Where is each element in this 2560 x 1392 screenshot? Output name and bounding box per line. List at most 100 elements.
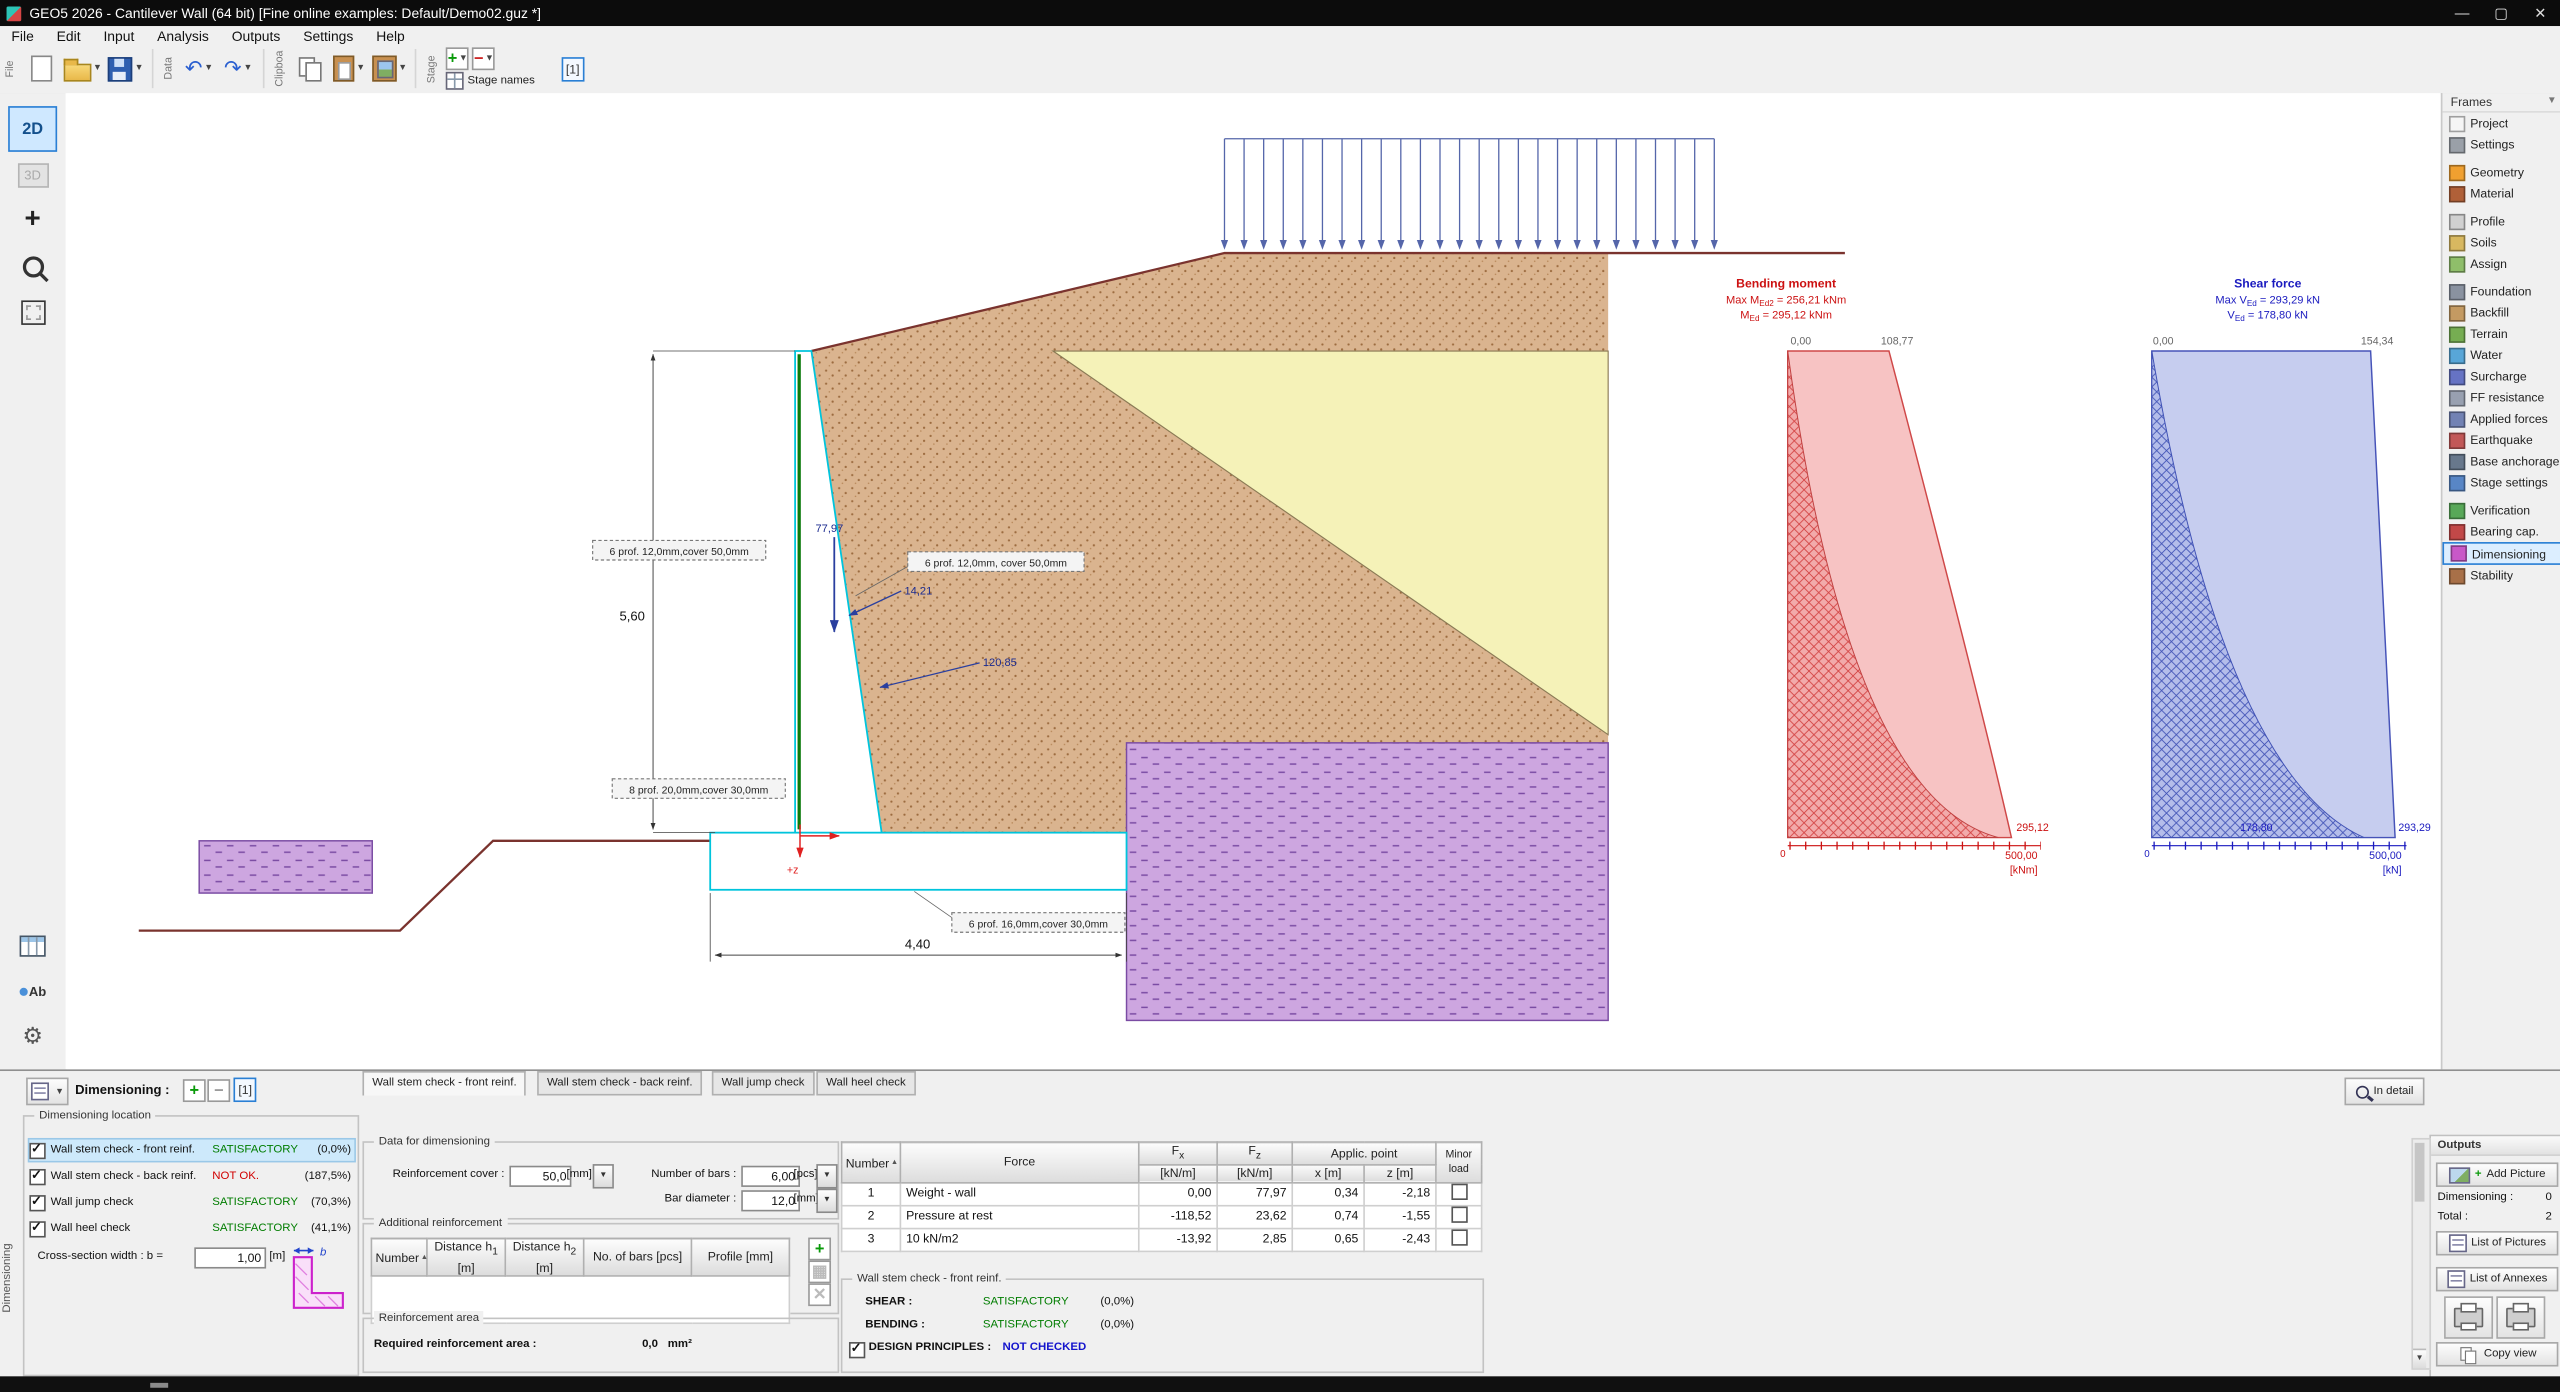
width-input[interactable]: 1,00 bbox=[194, 1247, 266, 1268]
sort-asc-icon[interactable] bbox=[889, 1156, 898, 1171]
tab-heel-check[interactable]: Wall heel check bbox=[816, 1071, 915, 1095]
tab-back-reinf[interactable]: Wall stem check - back reinf. bbox=[537, 1071, 702, 1095]
scrollbar-thumb[interactable] bbox=[2415, 1143, 2425, 1202]
zoom-button[interactable] bbox=[8, 243, 57, 289]
menu-input[interactable]: Input bbox=[92, 27, 146, 43]
force-row-3[interactable]: 3 10 kN/m2 -13,92 2,85 0,65 -2,43 bbox=[842, 1228, 1482, 1251]
sidebar-item-terrain[interactable]: Terrain bbox=[2442, 323, 2560, 344]
bars-dropdown-button[interactable]: ▼ bbox=[816, 1164, 837, 1188]
menu-outputs[interactable]: Outputs bbox=[220, 27, 291, 43]
zoom-fit-button[interactable] bbox=[8, 289, 57, 335]
print-document-button[interactable] bbox=[2496, 1296, 2545, 1338]
open-file-button[interactable]: ▼ bbox=[62, 47, 104, 89]
diam-dropdown-button[interactable]: ▼ bbox=[816, 1189, 837, 1213]
open-dropdown-icon[interactable]: ▼ bbox=[93, 64, 102, 74]
in-detail-button[interactable]: In detail bbox=[2344, 1078, 2424, 1106]
drawing-settings-button[interactable] bbox=[8, 1014, 57, 1060]
save-dropdown-icon[interactable]: ▼ bbox=[135, 64, 144, 74]
undo-dropdown-icon[interactable]: ▼ bbox=[204, 64, 213, 74]
menu-file[interactable]: File bbox=[0, 27, 45, 43]
minor-load-checkbox[interactable] bbox=[1451, 1183, 1467, 1199]
sort-asc-icon[interactable] bbox=[419, 1250, 428, 1265]
design-principles-checkbox[interactable] bbox=[849, 1342, 865, 1358]
frame-list-button[interactable]: ▼ bbox=[26, 1078, 68, 1106]
paste-picture-dropdown-icon[interactable]: ▼ bbox=[398, 64, 407, 74]
sidebar-item-soils[interactable]: Soils bbox=[2442, 232, 2560, 253]
menu-help[interactable]: Help bbox=[365, 27, 416, 43]
save-file-button[interactable]: ▼ bbox=[107, 47, 145, 89]
panel-stage-button[interactable]: [1] bbox=[233, 1078, 256, 1102]
location-row-front-reinf[interactable]: Wall stem check - front reinf. SATISFACT… bbox=[29, 1140, 354, 1161]
sidebar-item-material[interactable]: Material bbox=[2442, 183, 2560, 204]
menu-edit[interactable]: Edit bbox=[45, 27, 92, 43]
paste-picture-button[interactable]: ▼ bbox=[370, 47, 408, 89]
sidebar-item-settings[interactable]: Settings bbox=[2442, 134, 2560, 155]
diam-input[interactable]: 12,0 bbox=[741, 1190, 800, 1211]
checkbox-checked[interactable] bbox=[29, 1220, 45, 1236]
tab-jump-check[interactable]: Wall jump check bbox=[712, 1071, 814, 1095]
stage-1-button[interactable]: [1] bbox=[561, 56, 584, 80]
sidebar-item-geometry[interactable]: Geometry bbox=[2442, 162, 2560, 183]
sidebar-item-bearing-cap[interactable]: Bearing cap. bbox=[2442, 521, 2560, 542]
view-2d-button[interactable]: 2D bbox=[8, 106, 57, 152]
remove-stage-button[interactable]: −▼ bbox=[472, 47, 495, 70]
maximize-button[interactable]: ▢ bbox=[2482, 0, 2521, 26]
sidebar-item-foundation[interactable]: Foundation bbox=[2442, 281, 2560, 302]
close-button[interactable]: ✕ bbox=[2521, 0, 2560, 26]
copy-view-button[interactable]: Copy view bbox=[2436, 1342, 2558, 1366]
sidebar-item-stability[interactable]: Stability bbox=[2442, 565, 2560, 586]
location-row-back-reinf[interactable]: Wall stem check - back reinf. NOT OK. (1… bbox=[29, 1166, 354, 1187]
add-reinforcement-button[interactable]: + bbox=[808, 1238, 831, 1261]
sidebar-item-water[interactable]: Water bbox=[2442, 344, 2560, 365]
force-row-1[interactable]: 1 Weight - wall 0,00 77,97 0,34 -2,18 bbox=[842, 1182, 1482, 1205]
remove-stage-dropdown-icon[interactable]: ▼ bbox=[485, 54, 494, 64]
print-picture-button[interactable] bbox=[2444, 1296, 2493, 1338]
add-stage-button[interactable]: +▼ bbox=[446, 47, 469, 70]
cover-dropdown-button[interactable]: ▼ bbox=[593, 1164, 614, 1188]
sidebar-item-dimensioning[interactable]: Dimensioning bbox=[2442, 542, 2560, 565]
redo-button[interactable]: ▼ bbox=[220, 47, 256, 89]
sidebar-item-profile[interactable]: Profile bbox=[2442, 211, 2560, 232]
pan-button[interactable] bbox=[8, 198, 57, 244]
bars-input[interactable]: 6,00 bbox=[741, 1166, 800, 1187]
list-of-annexes-button[interactable]: List of Annexes bbox=[2436, 1267, 2558, 1291]
force-row-2[interactable]: 2 Pressure at rest -118,52 23,62 0,74 -1… bbox=[842, 1205, 1482, 1228]
redo-dropdown-icon[interactable]: ▼ bbox=[243, 64, 252, 74]
checkbox-checked[interactable] bbox=[29, 1142, 45, 1158]
sidebar-item-project[interactable]: Project bbox=[2442, 113, 2560, 134]
scroll-down-button[interactable]: ▼ bbox=[2413, 1349, 2426, 1369]
paste-dropdown-icon[interactable]: ▼ bbox=[356, 64, 365, 74]
paste-button[interactable]: ▼ bbox=[331, 47, 367, 89]
new-file-button[interactable] bbox=[23, 47, 59, 89]
sidebar-item-surcharge[interactable]: Surcharge bbox=[2442, 366, 2560, 387]
checkbox-checked[interactable] bbox=[29, 1194, 45, 1210]
list-of-pictures-button[interactable]: List of Pictures bbox=[2436, 1231, 2558, 1255]
view-3d-button[interactable]: 3D bbox=[8, 152, 57, 198]
forces-table[interactable]: Number Force Fx Fz Applic. point Minor l… bbox=[841, 1141, 1483, 1251]
copy-button[interactable] bbox=[292, 47, 328, 89]
location-row-jump[interactable]: Wall jump check SATISFACTORY (70,3%) bbox=[29, 1192, 354, 1213]
panel-scrollbar[interactable]: ▼ bbox=[2411, 1138, 2431, 1370]
menu-settings[interactable]: Settings bbox=[292, 27, 365, 43]
add-location-button[interactable]: + bbox=[183, 1079, 206, 1102]
sidebar-item-base-anchorage[interactable]: Base anchorage bbox=[2442, 451, 2560, 472]
drawing-canvas[interactable]: 5,60 4,40 77,97 14,21 120,85 6 bbox=[65, 93, 2441, 1069]
stage-names-label[interactable]: Stage names bbox=[468, 75, 535, 86]
location-row-heel[interactable]: Wall heel check SATISFACTORY (41,1%) bbox=[29, 1218, 354, 1239]
sidebar-item-applied-forces[interactable]: Applied forces bbox=[2442, 408, 2560, 429]
checkbox-checked[interactable] bbox=[29, 1168, 45, 1184]
add-picture-button[interactable]: +Add Picture bbox=[2436, 1162, 2558, 1186]
sidebar-item-stage-settings[interactable]: Stage settings bbox=[2442, 472, 2560, 493]
sidebar-item-ff-resistance[interactable]: FF resistance bbox=[2442, 387, 2560, 408]
undo-button[interactable]: ▼ bbox=[181, 47, 217, 89]
sidebar-item-verification[interactable]: Verification bbox=[2442, 500, 2560, 521]
sidebar-item-earthquake[interactable]: Earthquake bbox=[2442, 429, 2560, 450]
annotation-button[interactable]: Ab bbox=[8, 968, 57, 1014]
remove-location-button[interactable]: − bbox=[207, 1079, 230, 1102]
sidebar-item-assign[interactable]: Assign bbox=[2442, 253, 2560, 274]
menu-analysis[interactable]: Analysis bbox=[146, 27, 221, 43]
add-stage-dropdown-icon[interactable]: ▼ bbox=[459, 54, 468, 64]
cover-input[interactable]: 50,0 bbox=[509, 1166, 571, 1187]
minor-load-checkbox[interactable] bbox=[1451, 1206, 1467, 1222]
table-view-button[interactable] bbox=[8, 922, 57, 968]
